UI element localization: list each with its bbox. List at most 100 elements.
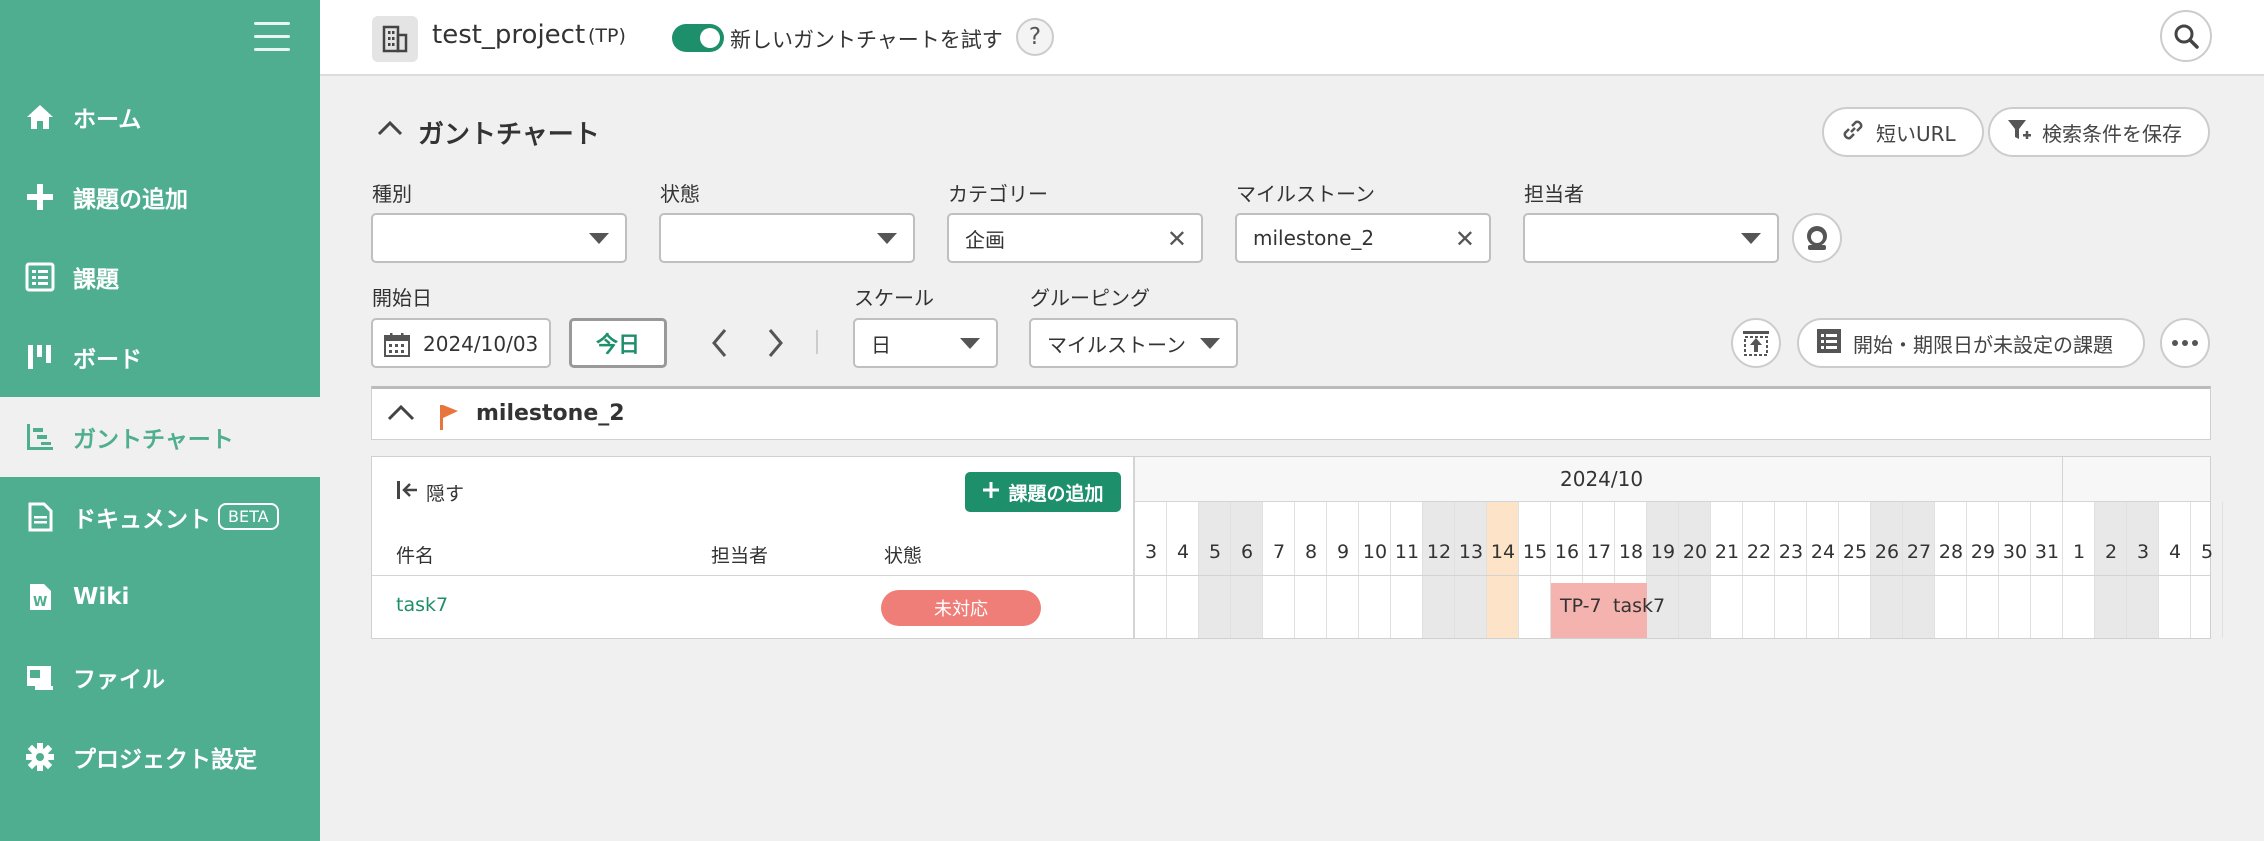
caret-down-icon bbox=[877, 233, 897, 244]
column-header-status[interactable]: 状態 bbox=[884, 541, 922, 568]
day-column: 27 bbox=[1903, 502, 1935, 638]
sidebar-item-label: ホーム bbox=[73, 107, 142, 133]
status-badge: 未対応 bbox=[881, 590, 1041, 626]
caret-down-icon bbox=[960, 338, 980, 349]
sidebar-item-gantt[interactable]: ガントチャート bbox=[0, 397, 320, 477]
day-column: 21 bbox=[1711, 502, 1743, 638]
add-issue-button[interactable]: 課題の追加 bbox=[965, 472, 1121, 512]
day-number: 5 bbox=[1208, 541, 1222, 563]
day-number: 9 bbox=[1336, 541, 1350, 563]
day-column: 9 bbox=[1327, 502, 1359, 638]
gantt-icon bbox=[24, 421, 56, 453]
status-select[interactable] bbox=[659, 213, 915, 263]
start-date-input[interactable]: 2024/10/03 bbox=[371, 318, 551, 368]
clear-icon[interactable]: ✕ bbox=[1455, 227, 1475, 251]
day-column: 5 bbox=[2191, 502, 2223, 638]
new-gantt-toggle[interactable] bbox=[672, 24, 724, 52]
help-button[interactable]: ? bbox=[1016, 18, 1054, 56]
column-header-subject[interactable]: 件名 bbox=[396, 541, 434, 568]
task-subject-link[interactable]: task7 bbox=[396, 594, 448, 616]
short-url-button[interactable]: 短いURL bbox=[1822, 107, 1984, 157]
day-column: 24 bbox=[1807, 502, 1839, 638]
day-number: 15 bbox=[1522, 541, 1548, 563]
day-number: 4 bbox=[1176, 541, 1190, 563]
day-number: 3 bbox=[2136, 541, 2150, 563]
collapse-up-icon[interactable] bbox=[386, 403, 416, 423]
today-button[interactable]: 今日 bbox=[569, 318, 667, 368]
search-icon[interactable] bbox=[2160, 10, 2212, 62]
day-column: 23 bbox=[1775, 502, 1807, 638]
unset-dates-button[interactable]: 開始・期限日が未設定の課題 bbox=[1797, 318, 2145, 368]
top-header: test_project (TP) 新しいガントチャートを試す ? bbox=[320, 0, 2264, 76]
scale-select[interactable]: 日 bbox=[853, 318, 998, 368]
milestone-value: milestone_2 bbox=[1253, 226, 1375, 250]
scale-value: 日 bbox=[871, 332, 891, 357]
home-icon bbox=[24, 101, 56, 133]
sidebar-item-wiki[interactable]: W Wiki bbox=[0, 557, 320, 637]
sidebar-item-label: 課題の追加 bbox=[73, 187, 188, 213]
project-name[interactable]: test_project bbox=[432, 20, 585, 50]
sidebar-item-label: 課題 bbox=[73, 267, 119, 293]
sidebar-item-add-issue[interactable]: 課題の追加 bbox=[0, 157, 320, 237]
start-date-value: 2024/10/03 bbox=[423, 332, 539, 356]
day-number: 10 bbox=[1362, 541, 1388, 563]
sidebar-item-documents[interactable]: ドキュメント BETA bbox=[0, 477, 320, 557]
status-label: 状態 bbox=[660, 182, 700, 206]
day-column: 25 bbox=[1839, 502, 1871, 638]
short-url-label: 短いURL bbox=[1876, 121, 1956, 146]
export-icon[interactable] bbox=[1731, 318, 1781, 368]
milestone-group-header: milestone_2 bbox=[371, 386, 2211, 440]
type-select[interactable] bbox=[371, 213, 627, 263]
assign-myself-icon[interactable] bbox=[1792, 213, 1842, 263]
day-number: 20 bbox=[1682, 541, 1708, 563]
type-label: 種別 bbox=[372, 182, 412, 206]
day-column: 20 bbox=[1679, 502, 1711, 638]
collapse-left-icon bbox=[396, 480, 418, 505]
hide-label: 隠す bbox=[426, 483, 465, 505]
chevron-left-icon[interactable] bbox=[702, 325, 738, 361]
toggle-label: 新しいガントチャートを試す bbox=[730, 28, 1003, 52]
day-column: 8 bbox=[1295, 502, 1327, 638]
page-title: ガントチャート bbox=[418, 120, 600, 150]
sidebar-item-board[interactable]: ボード bbox=[0, 317, 320, 397]
day-number: 2 bbox=[2104, 541, 2118, 563]
hide-list-button[interactable]: 隠す bbox=[396, 479, 464, 506]
save-filter-button[interactable]: 検索条件を保存 bbox=[1988, 107, 2210, 157]
sidebar-item-issues[interactable]: 課題 bbox=[0, 237, 320, 317]
sidebar-item-label: ガントチャート bbox=[73, 427, 234, 453]
day-column: 10 bbox=[1359, 502, 1391, 638]
day-number: 4 bbox=[2168, 541, 2182, 563]
day-number: 23 bbox=[1778, 541, 1804, 563]
day-number: 22 bbox=[1746, 541, 1772, 563]
grouping-select[interactable]: マイルストーン bbox=[1029, 318, 1238, 368]
beta-badge: BETA bbox=[218, 503, 279, 530]
grouping-value: マイルストーン bbox=[1047, 332, 1186, 357]
sidebar-item-files[interactable]: ファイル bbox=[0, 637, 320, 717]
building-icon bbox=[372, 16, 418, 62]
assignee-label: 担当者 bbox=[1524, 182, 1584, 206]
day-column: 6 bbox=[1231, 502, 1263, 638]
gantt-list-pane: 隠す 課題の追加 件名 担当者 状態 task7 未対応 bbox=[372, 457, 1135, 638]
clear-icon[interactable]: ✕ bbox=[1167, 227, 1187, 251]
row-divider bbox=[372, 575, 2210, 576]
category-value: 企画 bbox=[965, 227, 1005, 252]
collapse-up-icon[interactable] bbox=[376, 118, 404, 138]
more-options-icon[interactable] bbox=[2160, 318, 2210, 368]
chevron-right-icon[interactable] bbox=[757, 325, 793, 361]
column-header-assignee[interactable]: 担当者 bbox=[711, 541, 768, 568]
milestone-select[interactable]: milestone_2 ✕ bbox=[1235, 213, 1491, 263]
category-label: カテゴリー bbox=[948, 182, 1048, 206]
month-label: 2024/10 bbox=[1560, 467, 1644, 491]
assignee-select[interactable] bbox=[1523, 213, 1779, 263]
sidebar-item-home[interactable]: ホーム bbox=[0, 77, 320, 157]
day-number: 30 bbox=[2002, 541, 2028, 563]
menu-toggle-icon[interactable] bbox=[254, 20, 290, 54]
day-column: 5 bbox=[1199, 502, 1231, 638]
sidebar: ホーム 課題の追加 課題 ボード ガントチャート ドキュメント BETA W W… bbox=[0, 0, 320, 841]
sidebar-item-project-settings[interactable]: プロジェクト設定 bbox=[0, 717, 320, 797]
day-column: 12 bbox=[1423, 502, 1455, 638]
category-select[interactable]: 企画 ✕ bbox=[947, 213, 1203, 263]
day-number: 8 bbox=[1304, 541, 1318, 563]
day-number: 25 bbox=[1842, 541, 1868, 563]
list-icon bbox=[24, 261, 56, 293]
